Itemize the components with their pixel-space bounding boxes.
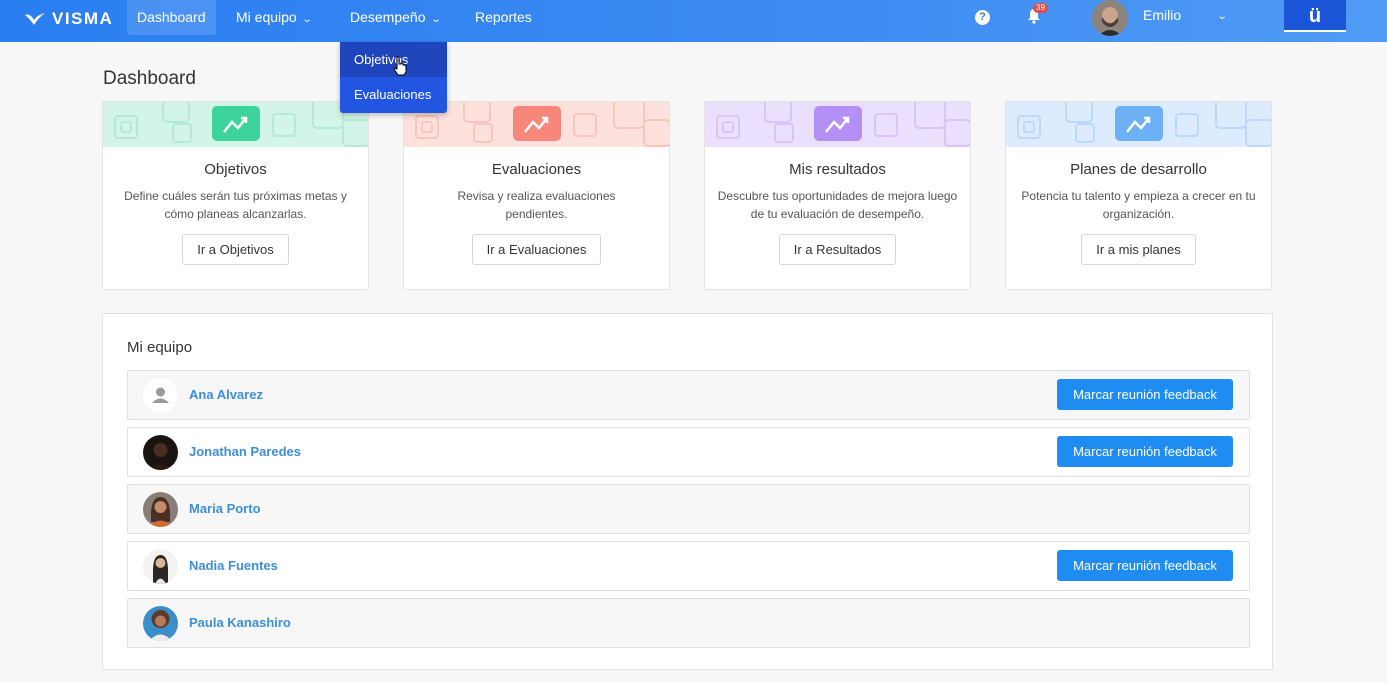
avatar <box>143 492 178 527</box>
visma-logo[interactable]: VISMA <box>24 9 113 29</box>
nav-dashboard[interactable]: Dashboard <box>127 0 216 35</box>
page-title: Dashboard <box>103 68 196 89</box>
user-icon <box>143 378 178 413</box>
card-description: Revisa y realiza evaluaciones pendientes… <box>404 187 669 223</box>
nav-reportes[interactable]: Reportes <box>465 0 542 42</box>
chevron-down-icon[interactable]: ⌄ <box>1217 0 1228 34</box>
user-avatar[interactable] <box>1092 0 1128 36</box>
card-title: Mis resultados <box>789 161 886 178</box>
card-description-line: Define cuáles serán tus próximas metas y <box>124 189 347 203</box>
card-description-line: Revisa y realiza evaluaciones <box>457 189 616 203</box>
top-navbar: VISMA Dashboard Mi equipo ⌄ Desempeño ⌄ Re… <box>0 0 1387 42</box>
card-description: Define cuáles serán tus próximas metas y… <box>103 187 368 223</box>
nav-mi-equipo[interactable]: Mi equipo ⌄ <box>226 0 321 42</box>
desempeno-dropdown-menu: Objetivos Evaluaciones <box>340 42 447 113</box>
card-description-line: cómo planeas alcanzarlas. <box>164 207 307 221</box>
ir-a-resultados-button[interactable]: Ir a Resultados <box>778 234 897 265</box>
card-description-line: Descubre tus oportunidades de mejora lue… <box>717 189 958 203</box>
card-mis-resultados: Mis resultados Descubre tus oportunidade… <box>704 101 971 290</box>
card-title: Objetivos <box>204 161 267 178</box>
chart-trend-icon <box>212 106 260 141</box>
avatar <box>143 435 178 470</box>
team-member-row: Paula Kanashiro <box>127 598 1250 648</box>
nav-dashboard-label: Dashboard <box>137 9 206 25</box>
card-description-line: pendientes. <box>505 207 568 221</box>
hand-cursor-icon <box>393 56 407 76</box>
chart-trend-icon <box>814 106 862 141</box>
help-icon[interactable]: ? <box>975 10 990 25</box>
nav-desempeno[interactable]: Desempeño ⌄ <box>340 0 450 42</box>
card-description-line: de tu evaluación de desempeño. <box>750 207 925 221</box>
member-name[interactable]: Maria Porto <box>189 485 261 533</box>
notification-badge: 39 <box>1033 3 1048 13</box>
card-description: Potencia tu talento y empieza a crecer e… <box>1006 187 1271 223</box>
member-name[interactable]: Paula Kanashiro <box>189 599 291 647</box>
nav-desempeno-label: Desempeño <box>350 9 426 25</box>
card-description-line: Potencia tu talento y empieza a crecer e… <box>1021 189 1256 203</box>
card-title: Evaluaciones <box>491 161 582 178</box>
chevron-down-icon: ⌄ <box>301 14 313 25</box>
ir-a-evaluaciones-button[interactable]: Ir a Evaluaciones <box>471 234 602 265</box>
card-evaluaciones: Evaluaciones Revisa y realiza evaluacion… <box>403 101 670 290</box>
card-description: Descubre tus oportunidades de mejora lue… <box>705 187 970 223</box>
nav-mi-equipo-label: Mi equipo <box>236 9 297 25</box>
member-name[interactable]: Nadia Fuentes <box>189 542 278 590</box>
card-objetivos: Objetivos Define cuáles serán tus próxim… <box>102 101 369 290</box>
ir-a-objetivos-button[interactable]: Ir a Objetivos <box>182 234 289 265</box>
chart-trend-icon <box>513 106 561 141</box>
card-banner <box>1006 102 1271 147</box>
chart-trend-icon <box>1115 106 1163 141</box>
team-member-row: Jonathan Paredes Marcar reunión feedback <box>127 427 1250 477</box>
user-name[interactable]: Emilio <box>1143 0 1181 31</box>
chevron-down-icon: ⌄ <box>430 14 442 25</box>
card-description-line: organización. <box>1102 207 1175 221</box>
avatar <box>143 606 178 641</box>
card-planes-de-desarrollo: Planes de desarrollo Potencia tu talento… <box>1005 101 1272 290</box>
card-banner <box>103 102 368 147</box>
member-name[interactable]: Jonathan Paredes <box>189 428 301 476</box>
card-banner <box>705 102 970 147</box>
marcar-reunion-feedback-button[interactable]: Marcar reunión feedback <box>1057 550 1233 581</box>
member-name[interactable]: Ana Alvarez <box>189 371 263 419</box>
marcar-reunion-feedback-button[interactable]: Marcar reunión feedback <box>1057 379 1233 410</box>
nav-reportes-label: Reportes <box>475 9 532 25</box>
dropdown-item-evaluaciones[interactable]: Evaluaciones <box>340 77 447 112</box>
marcar-reunion-feedback-button[interactable]: Marcar reunión feedback <box>1057 436 1233 467</box>
team-title: Mi equipo <box>127 339 193 356</box>
avatar <box>143 549 178 584</box>
visma-logo-text: VISMA <box>52 9 114 28</box>
card-title: Planes de desarrollo <box>1070 161 1207 178</box>
avatar-placeholder <box>143 378 178 413</box>
team-member-row: Nadia Fuentes Marcar reunión feedback <box>127 541 1250 591</box>
mi-equipo-panel: Mi equipo Ana Alvarez Marcar reunión fee… <box>102 313 1273 670</box>
team-member-row: Ana Alvarez Marcar reunión feedback <box>127 370 1250 420</box>
ir-a-mis-planes-button[interactable]: Ir a mis planes <box>1081 234 1196 265</box>
app-switcher-button[interactable]: ü <box>1284 0 1346 32</box>
visma-logo-icon <box>25 13 45 25</box>
team-member-row: Maria Porto <box>127 484 1250 534</box>
